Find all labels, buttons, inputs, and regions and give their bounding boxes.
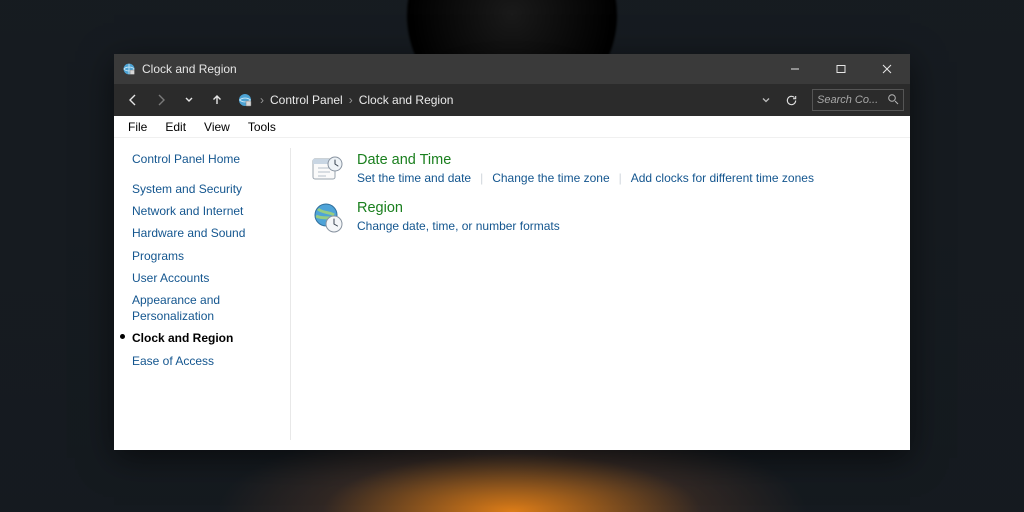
sidebar-item-network-internet[interactable]: Network and Internet: [132, 200, 278, 222]
chevron-right-icon: ›: [349, 93, 353, 107]
sidebar-item-hardware-sound[interactable]: Hardware and Sound: [132, 222, 278, 244]
breadcrumb-icon: [236, 91, 254, 109]
control-panel-icon: [122, 62, 136, 76]
sidebar-item-clock-region[interactable]: Clock and Region: [132, 327, 278, 349]
task-add-clocks[interactable]: Add clocks for different time zones: [631, 171, 814, 185]
menu-edit[interactable]: Edit: [157, 118, 194, 136]
address-dropdown-button[interactable]: [758, 87, 774, 113]
sidebar-item-programs[interactable]: Programs: [132, 245, 278, 267]
sidebar-item-user-accounts[interactable]: User Accounts: [132, 267, 278, 289]
sidebar-item-ease-of-access[interactable]: Ease of Access: [132, 350, 278, 372]
menu-bar: File Edit View Tools: [114, 116, 910, 138]
region-heading[interactable]: Region: [357, 200, 560, 216]
sidebar-item-system-security[interactable]: System and Security: [132, 178, 278, 200]
maximize-button[interactable]: [818, 54, 864, 84]
sidebar-item-label: Clock and Region: [132, 331, 233, 345]
task-separator: |: [610, 171, 631, 185]
sidebar-item-label: Appearance and Personalization: [132, 293, 220, 323]
date-and-time-heading[interactable]: Date and Time: [357, 152, 814, 168]
sidebar-item-label: Ease of Access: [132, 354, 214, 368]
main-content: Date and Time Set the time and date | Ch…: [291, 138, 910, 450]
sidebar-item-appearance[interactable]: Appearance and Personalization: [132, 289, 278, 327]
recent-locations-button[interactable]: [176, 87, 202, 113]
search-icon: [887, 93, 899, 108]
breadcrumb-root[interactable]: Control Panel: [270, 93, 343, 107]
sidebar-item-label: System and Security: [132, 182, 242, 196]
breadcrumb-bar[interactable]: › Control Panel › Clock and Region: [260, 93, 756, 107]
desktop-background: Clock and Region › Control Panel › Clock…: [0, 0, 1024, 512]
forward-button[interactable]: [148, 87, 174, 113]
menu-view[interactable]: View: [196, 118, 238, 136]
chevron-right-icon: ›: [260, 93, 264, 107]
task-set-time-date[interactable]: Set the time and date: [357, 171, 471, 185]
sidebar-item-label: User Accounts: [132, 271, 209, 285]
search-placeholder: Search Co...: [817, 94, 878, 106]
section-region: Region Change date, time, or number form…: [311, 200, 894, 234]
titlebar[interactable]: Clock and Region: [114, 54, 910, 84]
search-input[interactable]: Search Co...: [812, 89, 904, 111]
control-panel-window: Clock and Region › Control Panel › Clock…: [114, 54, 910, 450]
window-body: Control Panel Home System and Security N…: [114, 138, 910, 450]
close-button[interactable]: [864, 54, 910, 84]
task-change-time-zone[interactable]: Change the time zone: [492, 171, 609, 185]
calendar-clock-icon: [311, 152, 345, 186]
sidebar-item-label: Programs: [132, 249, 184, 263]
task-change-formats[interactable]: Change date, time, or number formats: [357, 219, 560, 233]
refresh-button[interactable]: [778, 87, 804, 113]
sidebar-item-label: Hardware and Sound: [132, 226, 245, 240]
back-button[interactable]: [120, 87, 146, 113]
menu-tools[interactable]: Tools: [240, 118, 284, 136]
breadcrumb-current[interactable]: Clock and Region: [359, 93, 454, 107]
navigation-toolbar: › Control Panel › Clock and Region Searc…: [114, 84, 910, 116]
minimize-button[interactable]: [772, 54, 818, 84]
task-separator: |: [471, 171, 492, 185]
menu-file[interactable]: File: [120, 118, 155, 136]
globe-clock-icon: [311, 200, 345, 234]
up-button[interactable]: [204, 87, 230, 113]
window-title: Clock and Region: [142, 62, 237, 76]
sidebar-item-label: Network and Internet: [132, 204, 243, 218]
sidebar-nav-list: System and Security Network and Internet…: [132, 178, 278, 372]
control-panel-home-link[interactable]: Control Panel Home: [132, 150, 278, 178]
section-date-and-time: Date and Time Set the time and date | Ch…: [311, 152, 894, 186]
sidebar: Control Panel Home System and Security N…: [114, 138, 290, 450]
